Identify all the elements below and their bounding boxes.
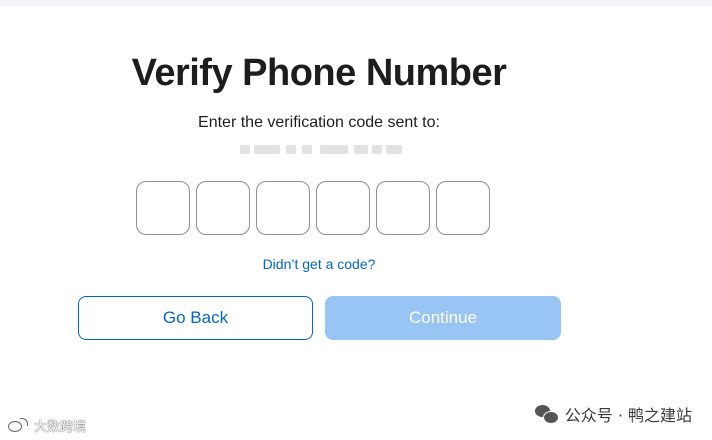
wechat-icon: [534, 404, 559, 424]
continue-button[interactable]: Continue: [325, 296, 561, 340]
code-digit-3[interactable]: [256, 181, 310, 235]
watermark-right-text: 公众号 · 鸭之建站: [564, 406, 692, 425]
watermark-weibo: 大数跨境: [6, 416, 86, 435]
page-title: Verify Phone Number: [131, 52, 507, 94]
code-digit-6[interactable]: [436, 181, 490, 235]
verify-phone-page: Verify Phone Number Enter the verificati…: [0, 0, 712, 440]
code-digit-5[interactable]: [376, 181, 430, 235]
code-digit-1[interactable]: [136, 181, 190, 235]
resend-code-link[interactable]: Didn’t get a code?: [0, 256, 638, 272]
verification-subtitle: Enter the verification code sent to:: [198, 114, 440, 131]
go-back-button[interactable]: Go Back: [78, 296, 313, 340]
watermark-wechat: 公众号 · 鸭之建站: [534, 402, 692, 426]
watermark-left-text: 大数跨境: [34, 420, 87, 435]
redacted-phone-number: [240, 140, 408, 158]
code-digit-4[interactable]: [316, 181, 370, 235]
verification-code-input: [136, 181, 490, 237]
weibo-icon: [6, 417, 30, 434]
top-strip: [0, 0, 712, 6]
code-digit-2[interactable]: [196, 181, 250, 235]
